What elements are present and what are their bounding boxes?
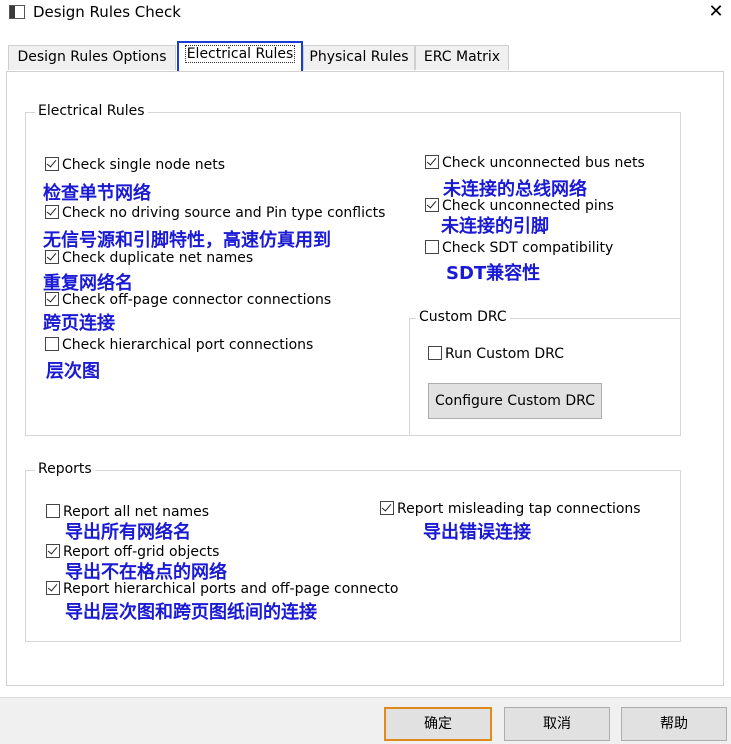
checkbox-icon xyxy=(46,544,60,558)
button-bar: 确定 取消 帮助 xyxy=(0,697,731,744)
title-bar: Design Rules Check ✕ xyxy=(0,0,731,28)
configure-custom-drc-button[interactable]: Configure Custom DRC xyxy=(428,383,602,419)
check-single-node-nets[interactable]: Check single node nets xyxy=(45,157,225,173)
checkbox-icon xyxy=(425,198,439,212)
checkbox-icon xyxy=(46,504,60,518)
checkbox-label: Check off-page connector connections xyxy=(62,292,332,308)
check-off-page-connector[interactable]: Check off-page connector connections xyxy=(45,292,331,308)
annotation-sdt-compatibility: SDT兼容性 xyxy=(446,263,541,284)
cancel-button[interactable]: 取消 xyxy=(504,707,610,741)
tab-electrical-rules[interactable]: Electrical Rules xyxy=(177,41,303,72)
window-title: Design Rules Check xyxy=(33,3,181,21)
checkbox-label: Check no driving source and Pin type con… xyxy=(62,205,386,221)
check-no-driving-source[interactable]: Check no driving source and Pin type con… xyxy=(45,205,385,221)
checkbox-icon xyxy=(428,346,442,360)
reports-group: Reports Report all net names 导出所有网络名 Rep… xyxy=(25,461,681,642)
tab-strip: Design Rules Options Electrical Rules Ph… xyxy=(0,41,731,72)
custom-drc-title: Custom DRC xyxy=(416,309,510,325)
annotation-hierarchical-port: 层次图 xyxy=(46,361,100,382)
tab-design-rules-options[interactable]: Design Rules Options xyxy=(8,45,176,70)
reports-title: Reports xyxy=(35,461,95,477)
checkbox-icon xyxy=(425,240,439,254)
electrical-rules-title: Electrical Rules xyxy=(35,103,148,119)
report-misleading-tap[interactable]: Report misleading tap connections xyxy=(380,501,641,517)
checkbox-icon xyxy=(425,155,439,169)
checkbox-label: Report misleading tap connections xyxy=(397,501,641,517)
checkbox-label: Run Custom DRC xyxy=(445,346,564,362)
checkbox-label: Check SDT compatibility xyxy=(442,240,614,256)
annotation-unconnected-pins: 未连接的引脚 xyxy=(441,216,549,237)
checkbox-label: Check unconnected bus nets xyxy=(442,155,645,171)
check-sdt-compatibility[interactable]: Check SDT compatibility xyxy=(425,240,613,256)
annotation-misleading-tap: 导出错误连接 xyxy=(423,522,531,543)
annotation-hierarchical-ports: 导出层次图和跨页图纸间的连接 xyxy=(65,602,317,623)
report-hierarchical-ports[interactable]: Report hierarchical ports and off-page c… xyxy=(46,581,398,597)
help-button[interactable]: 帮助 xyxy=(621,707,727,741)
checkbox-label: Check duplicate net names xyxy=(62,250,254,266)
tab-physical-rules[interactable]: Physical Rules xyxy=(303,45,415,70)
run-custom-drc-checkbox[interactable]: Run Custom DRC xyxy=(428,346,564,362)
checkbox-icon xyxy=(45,292,59,306)
window-icon xyxy=(9,5,25,19)
tab-panel: Electrical Rules Check single node nets … xyxy=(6,71,724,686)
check-hierarchical-port[interactable]: Check hierarchical port connections xyxy=(45,337,313,353)
annotation-all-net-names: 导出所有网络名 xyxy=(65,522,191,543)
annotation-single-node-nets: 检查单节网络 xyxy=(43,183,151,204)
close-button[interactable]: ✕ xyxy=(701,0,731,26)
checkbox-label: Check hierarchical port connections xyxy=(62,337,314,353)
checkbox-icon xyxy=(380,501,394,515)
tab-erc-matrix[interactable]: ERC Matrix xyxy=(415,45,509,70)
annotation-off-page-connector: 跨页连接 xyxy=(43,313,115,334)
checkbox-icon xyxy=(45,157,59,171)
checkbox-icon xyxy=(45,250,59,264)
checkbox-icon xyxy=(46,581,60,595)
checkbox-label: Report hierarchical ports and off-page c… xyxy=(63,581,399,597)
checkbox-icon xyxy=(45,205,59,219)
checkbox-label: Check single node nets xyxy=(62,157,226,173)
checkbox-icon xyxy=(45,337,59,351)
annotation-no-driving-source: 无信号源和引脚特性，高速仿真用到 xyxy=(43,230,331,251)
custom-drc-group: Custom DRC Run Custom DRC Configure Cust… xyxy=(409,309,680,435)
tab-electrical-rules-label: Electrical Rules xyxy=(184,45,296,63)
check-duplicate-net-names[interactable]: Check duplicate net names xyxy=(45,250,253,266)
check-unconnected-bus-nets[interactable]: Check unconnected bus nets xyxy=(425,155,645,171)
ok-button[interactable]: 确定 xyxy=(384,707,492,741)
